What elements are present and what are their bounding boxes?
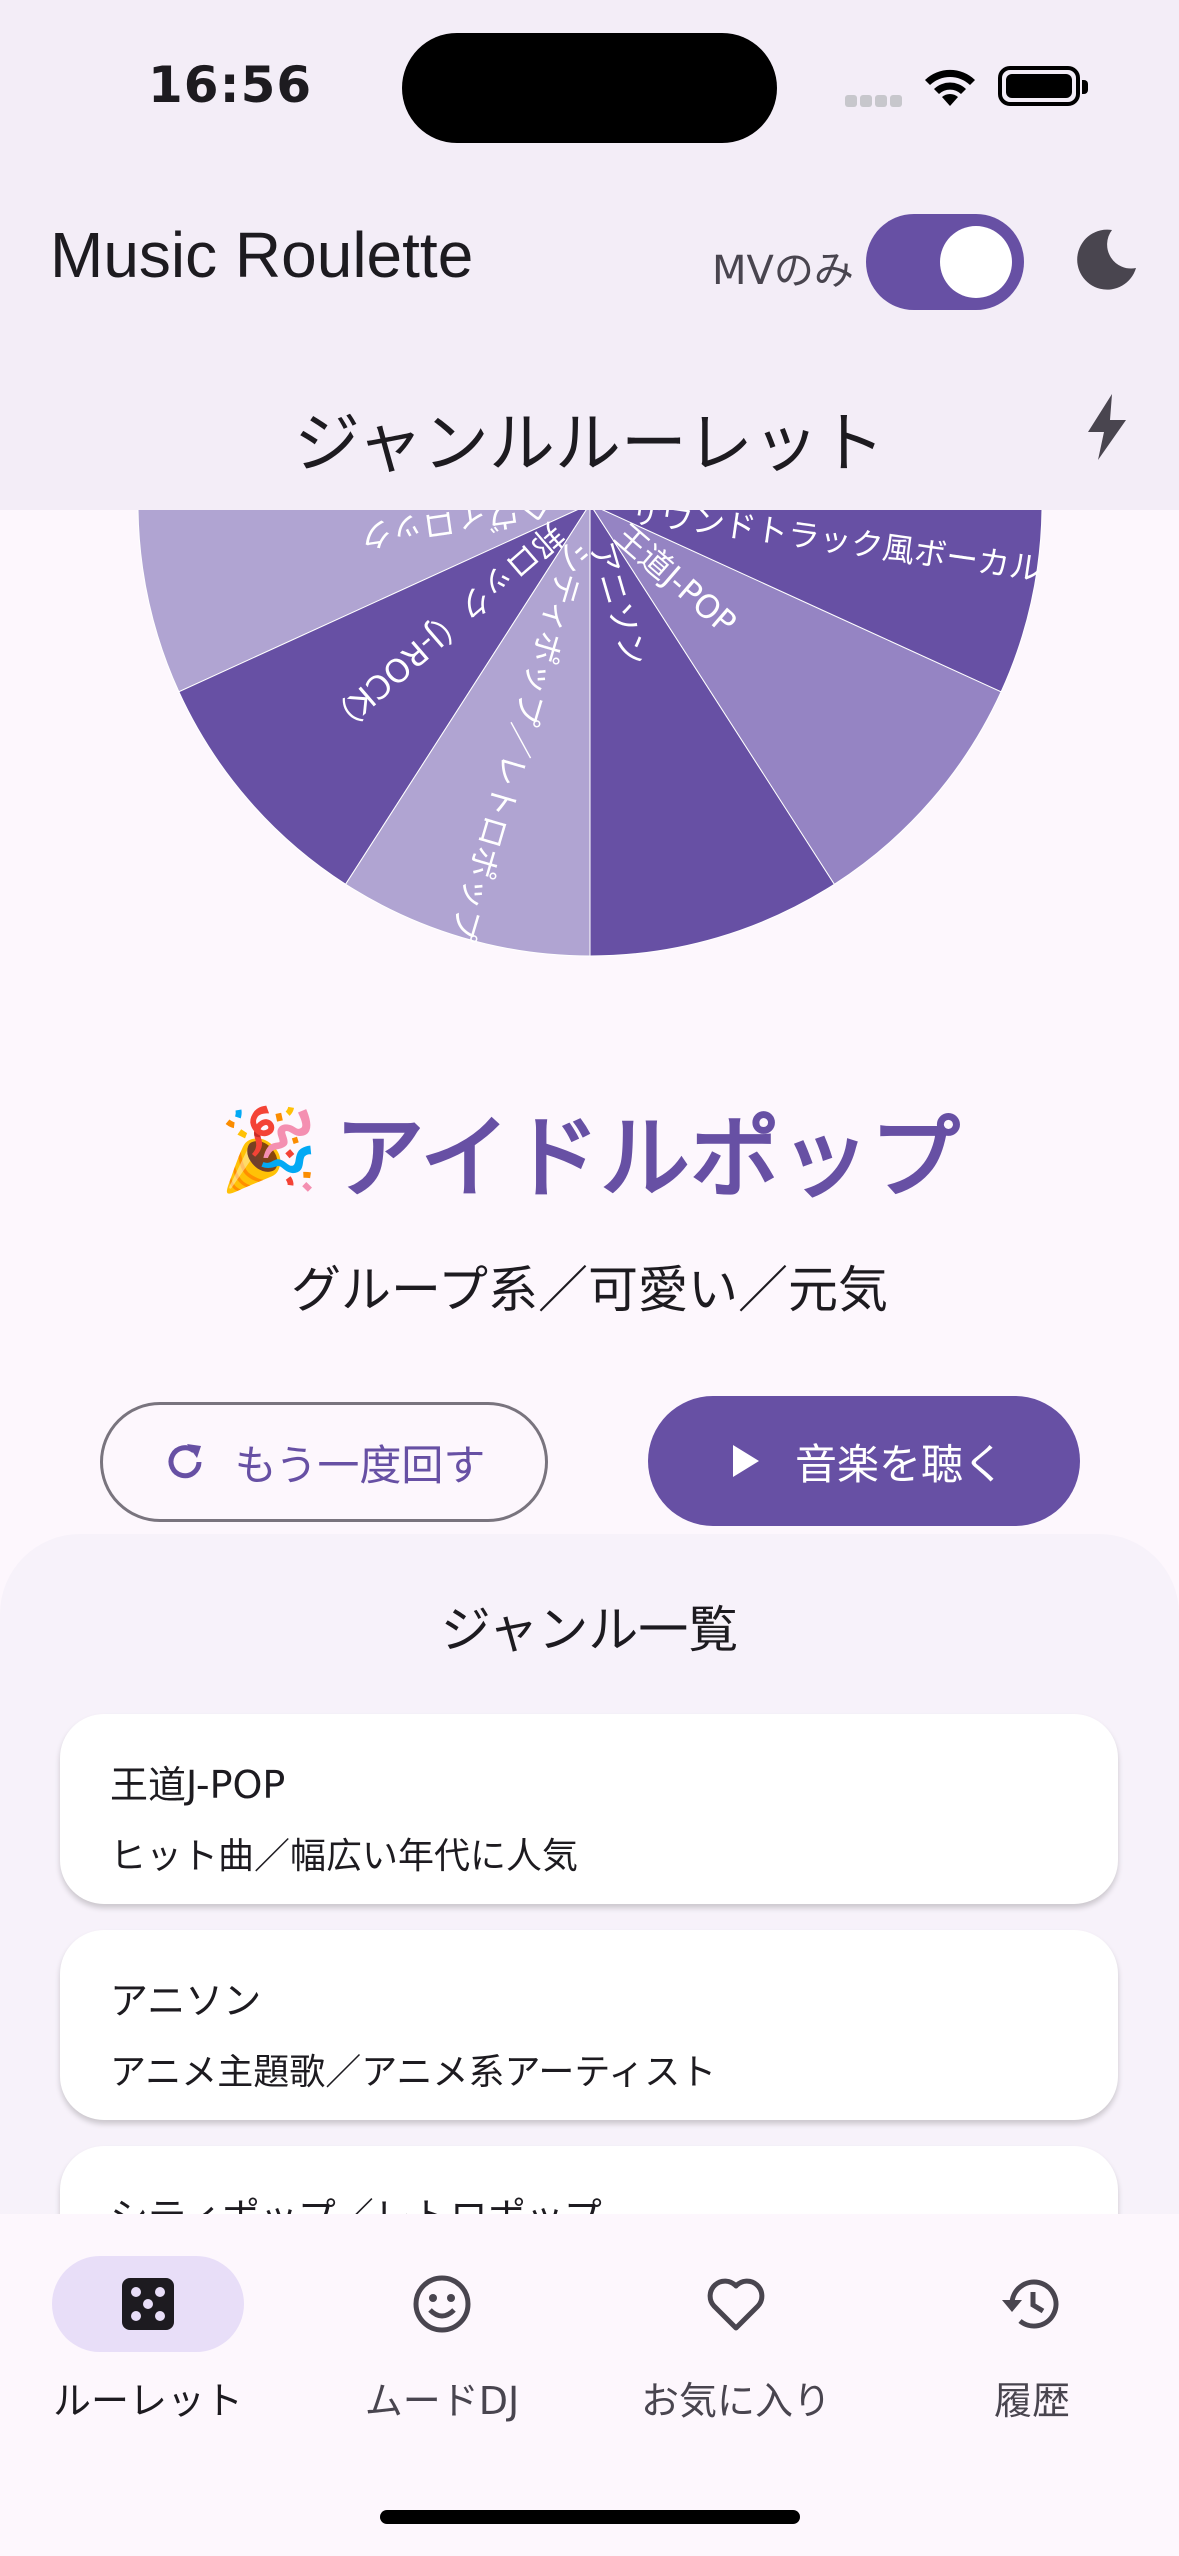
roulette-wheel[interactable]: アニソン王道J-POPサウンドトラック風ボーカル青春・恋愛ソング和風ボカロジャズ…	[136, 510, 1044, 958]
nav-pill	[52, 2256, 244, 2352]
genre-list-sheet[interactable]: ジャンル一覧 王道J-POP ヒット曲／幅広い年代に人気 アニソン アニメ主題歌…	[0, 1534, 1179, 2234]
nav-label: ムードDJ	[364, 2379, 520, 2423]
nav-item-favorites[interactable]: お気に入り	[596, 2256, 876, 2425]
bottom-navigation: ルーレット ムードDJ お気に入り 履歴	[0, 2214, 1179, 2556]
status-bar: 16:56	[0, 0, 1179, 170]
nav-pill	[640, 2256, 832, 2352]
nav-item-roulette[interactable]: ルーレット	[8, 2256, 288, 2425]
result-block: 🎉 アイドルポップ	[0, 1085, 1179, 1215]
genre-name: アニソン	[110, 1979, 262, 2023]
dynamic-island	[402, 33, 777, 143]
lightning-bolt-icon[interactable]	[1082, 392, 1132, 462]
mv-only-label: MVのみ	[712, 248, 854, 294]
genre-card[interactable]: アニソン アニメ主題歌／アニメ系アーティスト	[60, 1930, 1118, 2120]
wifi-icon	[925, 69, 975, 106]
genre-description: ヒット曲／幅広い年代に人気	[110, 1836, 579, 1877]
app-title: Music Roulette	[50, 219, 474, 291]
roulette-wheel-area: アニソン王道J-POPサウンドトラック風ボーカル青春・恋愛ソング和風ボカロジャズ…	[0, 510, 1179, 990]
genre-card[interactable]: 王道J-POP ヒット曲／幅広い年代に人気	[60, 1714, 1118, 1904]
nav-label: お気に入り	[640, 2379, 831, 2423]
mv-only-toggle[interactable]	[866, 214, 1024, 310]
genre-description: アニメ主題歌／アニメ系アーティスト	[110, 2052, 717, 2093]
nav-pill	[936, 2256, 1128, 2352]
nav-pill	[346, 2256, 538, 2352]
toggle-knob	[940, 226, 1012, 298]
home-indicator	[380, 2510, 800, 2524]
nav-item-history[interactable]: 履歴	[892, 2256, 1172, 2425]
result-title: 🎉 アイドルポップ	[219, 1085, 960, 1215]
play-icon	[732, 1445, 759, 1477]
party-popper-icon: 🎉	[218, 1103, 319, 1196]
listen-music-button[interactable]: 音楽を聴く	[648, 1396, 1080, 1526]
listen-music-label: 音楽を聴く	[794, 1439, 1005, 1489]
dice-icon	[122, 2278, 174, 2330]
genre-list-title: ジャンル一覧	[440, 1601, 739, 1659]
app-bar: Music Roulette MVのみ ジャンルルーレット	[0, 170, 1179, 510]
dark-mode-moon-icon[interactable]	[1072, 224, 1142, 294]
genre-name: 王道J-POP	[110, 1763, 286, 1807]
nav-label: ルーレット	[52, 2379, 243, 2423]
nav-label: 履歴	[993, 2379, 1070, 2423]
spin-again-label: もう一度回す	[234, 1440, 486, 1490]
battery-icon	[998, 66, 1088, 106]
status-time: 16:56	[148, 56, 313, 114]
nav-item-mood-dj[interactable]: ムードDJ	[302, 2256, 582, 2425]
history-icon	[1002, 2279, 1059, 2329]
cellular-signal-icon	[845, 92, 905, 108]
spin-again-button[interactable]: もう一度回す	[100, 1402, 548, 1522]
screen-title: ジャンルルーレット	[294, 405, 885, 482]
result-description: グループ系／可愛い／元気	[291, 1261, 888, 1319]
refresh-icon	[168, 1444, 202, 1479]
smiley-icon	[413, 2275, 471, 2333]
result-genre: アイドルポップ	[334, 1106, 961, 1211]
heart-icon	[707, 2278, 765, 2331]
